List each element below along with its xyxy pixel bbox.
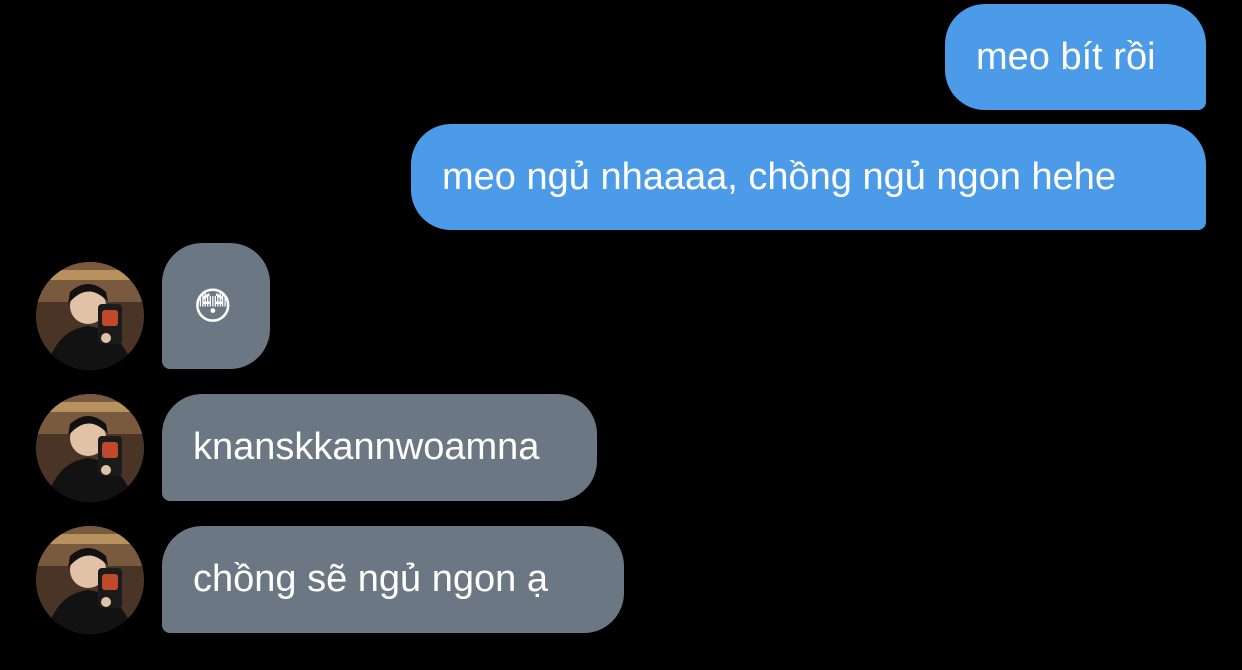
incoming-message-bubble[interactable]: knanskkannwoamna xyxy=(162,394,597,501)
contact-avatar[interactable] xyxy=(36,262,144,370)
contact-avatar[interactable] xyxy=(36,526,144,634)
outgoing-message-bubble[interactable]: meo ngủ nhaaaa, chồng ngủ ngon hehe xyxy=(411,124,1206,230)
contact-avatar[interactable] xyxy=(36,394,144,502)
message-text: chồng sẽ ngủ ngon ạ xyxy=(193,558,548,600)
message-text: meo ngủ nhaaaa, chồng ngủ ngon hehe xyxy=(442,155,1117,198)
avatar-photo-icon xyxy=(36,262,144,370)
message-text: meo bít rồi xyxy=(976,35,1156,78)
avatar-photo-icon xyxy=(36,526,144,634)
outgoing-message-bubble[interactable]: meo bít rồi xyxy=(945,4,1206,110)
message-text: knanskkannwoamna xyxy=(193,426,540,468)
message-emoji: 😳 xyxy=(193,284,233,328)
avatar-photo-icon xyxy=(36,394,144,502)
incoming-message-bubble[interactable]: 😳 xyxy=(162,243,270,369)
incoming-message-bubble[interactable]: chồng sẽ ngủ ngon ạ xyxy=(162,526,624,633)
